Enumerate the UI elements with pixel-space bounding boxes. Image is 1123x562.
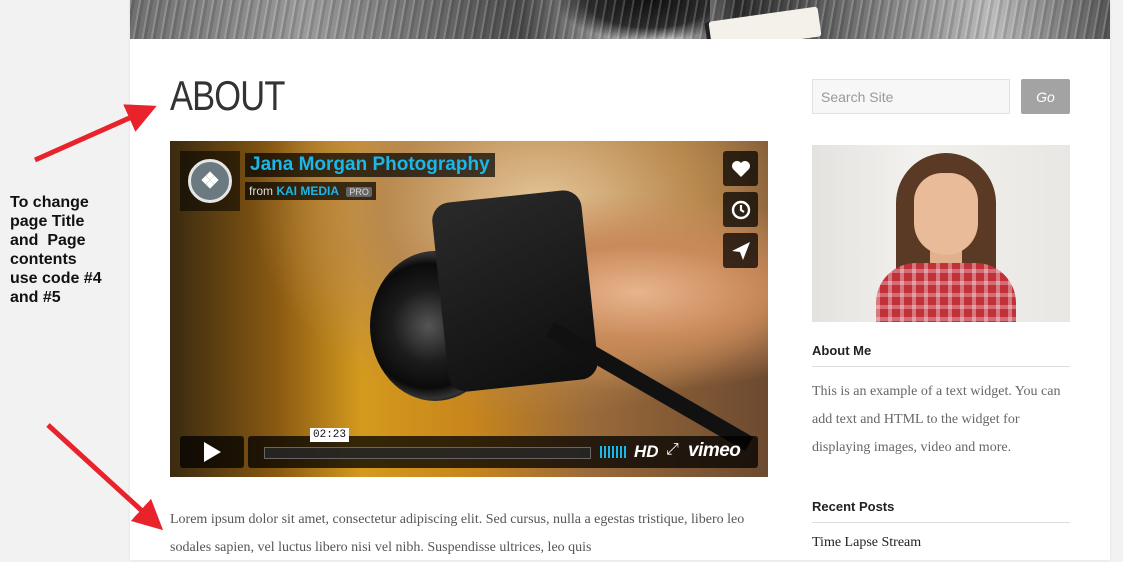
volume-control[interactable] (600, 446, 626, 458)
page-content: Lorem ipsum dolor sit amet, consectetur … (170, 512, 745, 555)
progress-track[interactable] (264, 447, 591, 459)
annotation-line: page Title (10, 213, 85, 230)
video-player[interactable]: ❖ Jana Morgan Photography from KAI MEDIA… (170, 141, 768, 477)
share-button[interactable] (723, 233, 758, 268)
video-frame-strap (546, 322, 754, 451)
video-author-link[interactable]: KAI MEDIA (276, 184, 339, 198)
hd-toggle[interactable]: HD (634, 442, 659, 462)
annotation-line: and #5 (10, 289, 61, 306)
header-banner-image (130, 0, 1110, 39)
byline-from: from (249, 184, 273, 198)
video-byline: from KAI MEDIA PRO (245, 182, 376, 200)
video-side-actions (723, 151, 758, 274)
video-title[interactable]: Jana Morgan Photography (245, 153, 495, 177)
video-controls: 02:23 HD ⤢ vimeo (180, 428, 758, 468)
profile-photo (812, 145, 1070, 322)
search-input[interactable] (812, 79, 1010, 114)
annotation-note: To change page Title and Page contents u… (10, 193, 120, 307)
watch-later-button[interactable] (723, 192, 758, 227)
annotation-line: To change (10, 194, 89, 211)
recent-posts-title: Recent Posts (812, 499, 1070, 523)
channel-logo-icon: ❖ (188, 159, 232, 203)
play-icon (203, 442, 221, 462)
annotation-line: use code #4 (10, 270, 102, 287)
page-title: ABOUT (170, 72, 285, 119)
pro-badge: PRO (346, 186, 372, 197)
channel-logo[interactable]: ❖ (180, 151, 240, 211)
fullscreen-icon[interactable]: ⤢ (666, 441, 679, 459)
video-frame-camera-body (430, 188, 600, 394)
like-button[interactable] (723, 151, 758, 186)
about-widget-title: About Me (812, 343, 1070, 367)
heart-icon (731, 160, 750, 177)
recent-post-link[interactable]: Time Lapse Stream (812, 535, 921, 551)
arrow-to-title (33, 104, 157, 163)
search-go-button[interactable]: Go (1021, 79, 1070, 114)
play-button[interactable] (180, 436, 244, 468)
about-widget-text: This is an example of a text widget. You… (812, 384, 1061, 455)
vimeo-logo[interactable]: vimeo (688, 440, 741, 462)
annotation-line: and Page (10, 232, 86, 249)
clock-icon (731, 200, 750, 219)
timecode: 02:23 (310, 428, 350, 442)
page-container: ABOUT ❖ Jana Morgan Photography from KAI… (130, 0, 1110, 560)
control-bar: 02:23 HD ⤢ vimeo (248, 428, 758, 468)
send-icon (731, 241, 750, 260)
annotation-line: contents (10, 251, 77, 268)
